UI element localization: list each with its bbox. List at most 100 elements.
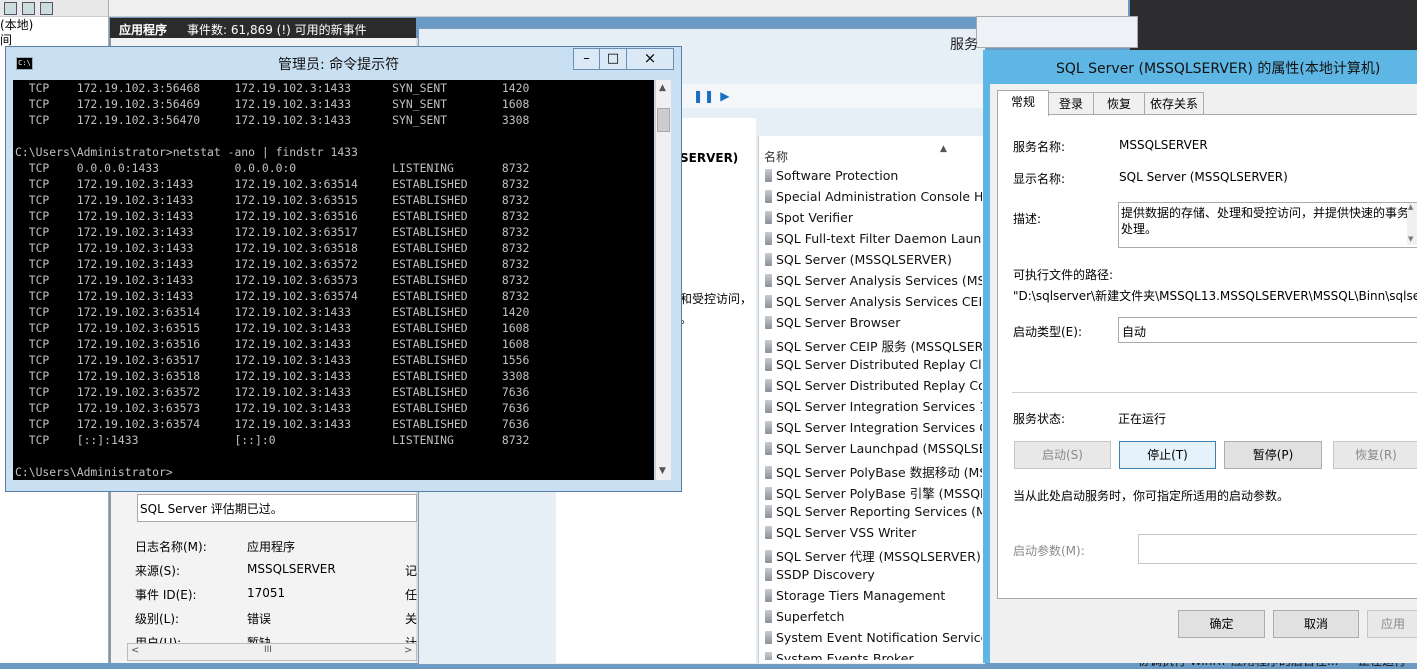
pause-resume-icons[interactable]: ❚❚ ▶ <box>693 89 731 103</box>
minimize-button[interactable]: – <box>573 48 600 70</box>
service-row[interactable]: Spot Verifier <box>765 210 982 225</box>
scroll-down-icon[interactable]: ▼ <box>1408 235 1413 243</box>
service-row[interactable]: SQL Server Integration Services CEIP <box>765 420 982 435</box>
detail-extra-level: 关 <box>405 612 418 626</box>
detail-value-logname: 应用程序 <box>247 540 296 554</box>
service-gear-icon <box>765 190 772 203</box>
service-row-name: SSDP Discovery <box>776 567 875 582</box>
cancel-button[interactable]: 取消 <box>1273 610 1359 638</box>
event-details-hscrollbar[interactable]: < III > <box>127 643 417 661</box>
startup-type-select[interactable]: 自动 <box>1118 317 1417 343</box>
service-gear-icon <box>765 487 772 500</box>
service-row-name: SQL Server Integration Services CEIP <box>776 420 982 435</box>
service-row-name: System Event Notification Service <box>776 630 982 645</box>
detail-extra-eventid: 任 <box>405 588 418 602</box>
service-row[interactable]: SQL Server Analysis Services (MSSQLSERVE… <box>765 273 982 288</box>
service-gear-icon <box>765 568 772 581</box>
pause-button[interactable]: 暂停(P) <box>1224 441 1322 469</box>
exe-path-value: "D:\sqlserver\新建文件夹\MSSQL13.MSSQLSERVER\… <box>1013 289 1417 303</box>
service-row[interactable]: SQL Server 代理 (MSSQLSERVER) <box>765 546 982 565</box>
service-row[interactable]: SQL Server (MSSQLSERVER) <box>765 252 982 267</box>
service-row[interactable]: Storage Tiers Management <box>765 588 982 603</box>
service-gear-icon <box>765 421 772 434</box>
start-button[interactable]: 启动(S) <box>1014 441 1111 469</box>
display-name-value: SQL Server (MSSQLSERVER) <box>1119 170 1288 184</box>
ok-button[interactable]: 确定 <box>1178 610 1265 638</box>
description-scrollbar[interactable]: ▲ ▼ <box>1407 203 1417 245</box>
service-row[interactable]: SQL Server Distributed Replay Controller <box>765 378 982 393</box>
service-row[interactable]: SQL Full-text Filter Daemon Launcher <box>765 231 982 246</box>
service-row[interactable]: SQL Server Distributed Replay Client <box>765 357 982 372</box>
service-row-name: SQL Server CEIP 服务 (MSSQLSERVER) <box>776 339 982 354</box>
cmd-window-title: 管理员: 命令提示符 <box>278 57 400 73</box>
service-row[interactable]: Software Protection <box>765 168 982 183</box>
exe-path-label: 可执行文件的路径: <box>1013 268 1114 282</box>
service-gear-icon <box>765 340 772 353</box>
service-row[interactable]: SQL Server PolyBase 数据移动 (MSSQLSERVER) <box>765 462 982 481</box>
service-row-name: SQL Server Integration Services 13.0 <box>776 399 982 414</box>
service-row[interactable]: SQL Server Analysis Services CEIP (MSSQL… <box>765 294 982 309</box>
service-row[interactable]: Superfetch <box>765 609 982 624</box>
cmd-icon[interactable]: C:\ <box>16 57 33 70</box>
cmd-console[interactable]: TCP 172.19.102.3:56468 172.19.102.3:1433… <box>13 80 654 480</box>
detail-value-eventid: 17051 <box>247 586 286 600</box>
service-row-name: SQL Server PolyBase 引擎 (MSSQLSERVER) <box>776 486 982 501</box>
startup-params-input[interactable] <box>1138 534 1417 564</box>
toolbar-forward-icon[interactable] <box>22 2 35 15</box>
event-count: 事件数: 61,869 (!) 可用的新事件 <box>187 23 367 37</box>
service-status-label: 服务状态: <box>1013 412 1066 426</box>
service-gear-icon <box>765 232 772 245</box>
scroll-left-icon[interactable]: < <box>131 645 139 656</box>
background-dark-region <box>1130 0 1417 50</box>
service-row[interactable]: System Event Notification Service <box>765 630 982 645</box>
service-row-name: SQL Server Browser <box>776 315 901 330</box>
maximize-button[interactable]: □ <box>599 48 627 70</box>
service-row[interactable]: Special Administration Console Helper <box>765 189 982 204</box>
service-gear-icon <box>765 442 772 455</box>
detail-label-level: 级别(L): <box>135 612 180 626</box>
service-row[interactable]: System Events Broker <box>765 651 982 660</box>
service-gear-icon <box>765 652 772 660</box>
cmd-vscrollbar[interactable]: ▲ ▼ <box>655 80 671 480</box>
startup-type-label: 启动类型(E): <box>1013 325 1082 339</box>
cmd-scroll-thumb[interactable] <box>657 108 670 132</box>
stop-button[interactable]: 停止(T) <box>1119 441 1216 469</box>
close-button[interactable]: × <box>626 48 674 70</box>
resume-button[interactable]: 恢复(R) <box>1333 441 1417 469</box>
tab-logon[interactable]: 登录 <box>1048 92 1094 115</box>
service-row[interactable]: SSDP Discovery <box>765 567 982 582</box>
service-gear-icon <box>765 400 772 413</box>
column-header-name[interactable]: 名称 <box>764 148 788 165</box>
scroll-thumb-grip[interactable]: III <box>264 645 272 655</box>
toolbar-back-icon[interactable] <box>4 2 17 15</box>
toolbar-help-icon[interactable] <box>40 2 53 15</box>
cmd-console-text: TCP 172.19.102.3:56468 172.19.102.3:1433… <box>15 81 530 479</box>
tab-general[interactable]: 常规 <box>997 90 1049 116</box>
service-gear-icon <box>765 379 772 392</box>
service-row[interactable]: SQL Server CEIP 服务 (MSSQLSERVER) <box>765 336 982 355</box>
dialog-title: SQL Server (MSSQLSERVER) 的属性(本地计算机) <box>1056 61 1381 77</box>
scroll-up-icon[interactable]: ▲ <box>659 83 666 93</box>
service-row[interactable]: SQL Server Launchpad (MSSQLSERVER) <box>765 441 982 456</box>
service-row[interactable]: SQL Server Reporting Services (MSSQLSERV… <box>765 504 982 519</box>
event-viewer-toolbar <box>0 0 108 17</box>
startup-type-value: 自动 <box>1122 325 1147 339</box>
scroll-down-icon[interactable]: ▼ <box>659 466 666 476</box>
service-row[interactable]: SQL Server Integration Services 13.0 <box>765 399 982 414</box>
tree-item[interactable]: (本地) <box>0 18 108 33</box>
event-log-title: 应用程序 <box>119 23 168 37</box>
scroll-up-icon[interactable]: ▲ <box>1408 203 1413 211</box>
service-row-name: SQL Server Analysis Services (MSSQLSERVE… <box>776 273 982 288</box>
service-row[interactable]: SQL Server VSS Writer <box>765 525 982 540</box>
scroll-right-icon[interactable]: > <box>404 645 412 656</box>
service-row[interactable]: SQL Server PolyBase 引擎 (MSSQLSERVER) <box>765 483 982 502</box>
service-name-label: 服务名称: <box>1013 140 1066 154</box>
tab-recovery[interactable]: 恢复 <box>1093 92 1145 115</box>
tab-dependencies[interactable]: 依存关系 <box>1144 92 1204 115</box>
service-row[interactable]: SQL Server Browser <box>765 315 982 330</box>
service-row-name: SQL Full-text Filter Daemon Launcher <box>776 231 982 246</box>
detail-value-level: 错误 <box>247 612 272 626</box>
apply-button[interactable]: 应用 <box>1367 610 1417 638</box>
service-gear-icon <box>765 526 772 539</box>
service-gear-icon <box>765 253 772 266</box>
